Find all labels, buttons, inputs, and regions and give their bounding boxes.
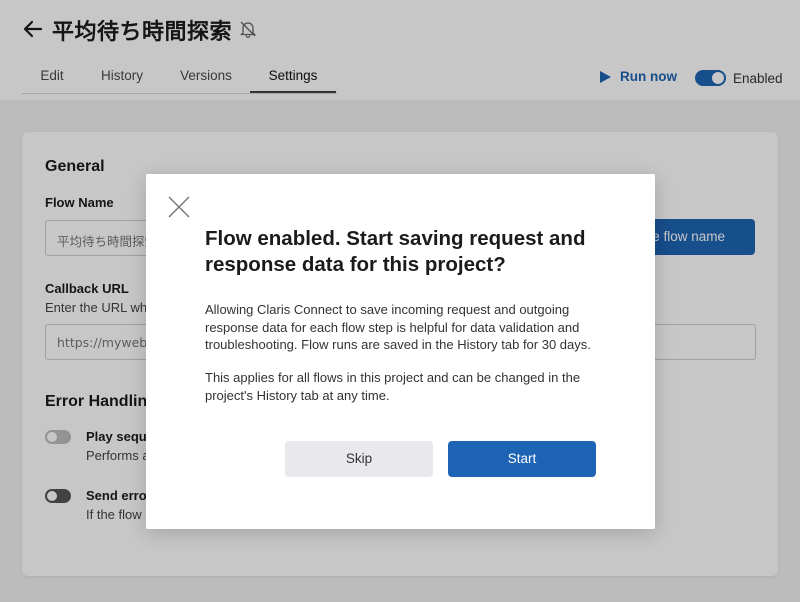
dialog-title: Flow enabled. Start saving request and r… [205, 227, 586, 276]
dialog-paragraph-2: This applies for all flows in this proje… [205, 370, 581, 403]
skip-button[interactable]: Skip [285, 441, 433, 477]
enable-flow-dialog: Flow enabled. Start saving request and r… [146, 174, 655, 529]
dialog-paragraph-1: Allowing Claris Connect to save incoming… [205, 302, 591, 352]
close-icon[interactable] [168, 196, 190, 218]
start-button[interactable]: Start [448, 441, 596, 477]
